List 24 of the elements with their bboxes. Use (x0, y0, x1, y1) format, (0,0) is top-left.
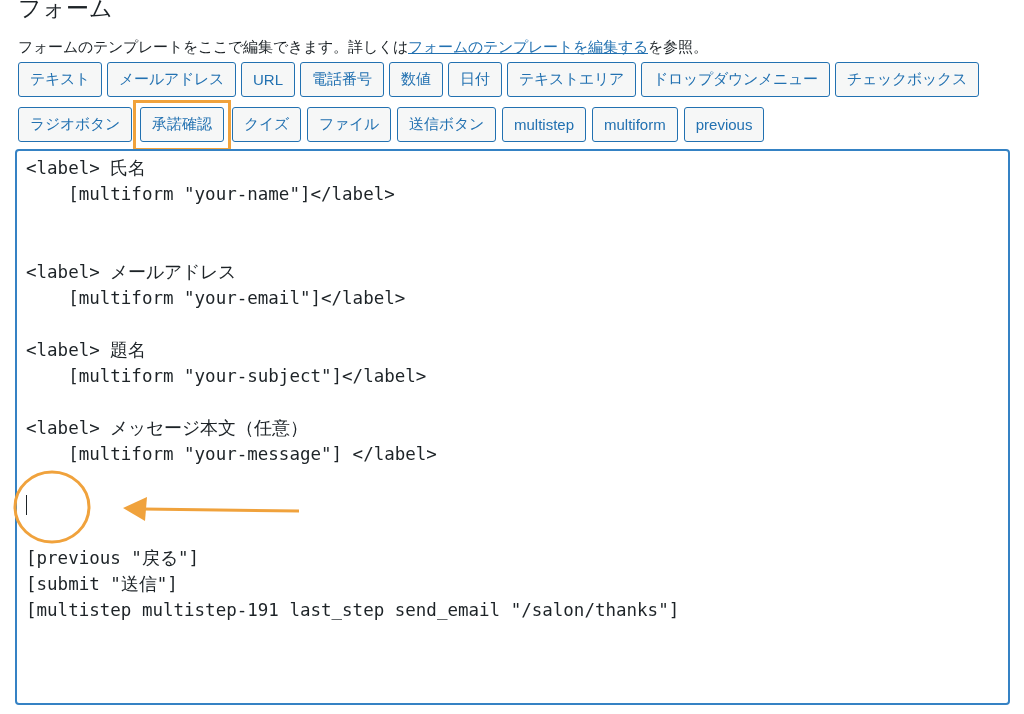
tag-button[interactable]: URL (241, 62, 295, 97)
tag-button[interactable]: テキスト (18, 62, 102, 97)
tag-button[interactable]: 送信ボタン (397, 107, 496, 142)
tag-button[interactable]: 日付 (448, 62, 502, 97)
tag-button[interactable]: メールアドレス (107, 62, 236, 97)
text-cursor (26, 495, 27, 515)
tag-button[interactable]: previous (683, 107, 765, 142)
tag-button[interactable]: テキストエリア (507, 62, 636, 97)
tag-button[interactable]: ファイル (307, 107, 391, 142)
description-text: フォームのテンプレートをここで編集できます。詳しくはフォームのテンプレートを編集する を参照。 (18, 37, 709, 57)
code-text: <label> 氏名 [multiform "your-name"]</label> <label> メールアドレス [multiform "your-email"]</label> <label> 題名 [multiform "your-subject"]</label> <label> メッセージ本文（任意） [multiform "your-message"] </label> (26, 158, 437, 464)
tag-button[interactable]: チェックボックス (835, 62, 979, 97)
template-editor[interactable] (15, 149, 1010, 705)
tag-button[interactable]: 電話番号 (300, 62, 384, 97)
tag-button[interactable]: multiform (592, 107, 678, 142)
code-text: [previous "戻る"] [submit "送信"] [multistep multistep-191 last_step send_email "/salon/thanks"] (26, 548, 680, 620)
tag-button[interactable]: 数値 (389, 62, 443, 97)
page-title: フォーム (18, 0, 114, 23)
tag-button[interactable]: ラジオボタン (18, 107, 132, 142)
tag-button[interactable]: ドロップダウンメニュー (641, 62, 830, 97)
tag-button[interactable]: 承諾確認 (140, 107, 224, 142)
tag-button[interactable]: multistep (502, 107, 587, 142)
tag-button[interactable]: クイズ (232, 107, 301, 142)
template-link[interactable]: フォームのテンプレートを編集する (408, 38, 648, 55)
